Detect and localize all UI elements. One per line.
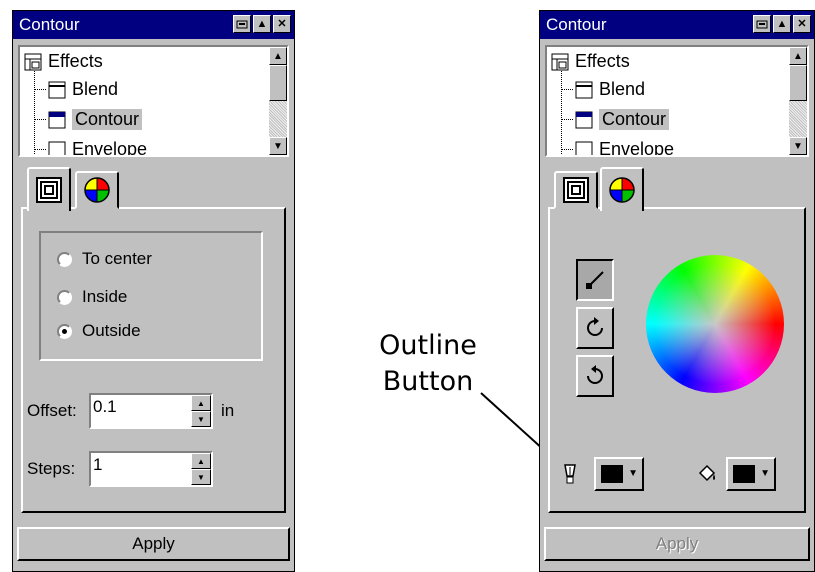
tab-panel-colors: ▼ ▼ bbox=[548, 207, 806, 513]
steps-spinner[interactable]: ▲ ▼ bbox=[89, 451, 213, 487]
scroll-thumb[interactable] bbox=[269, 65, 287, 101]
concentric-squares-icon bbox=[36, 177, 62, 203]
fill-color-dropdown[interactable]: ▼ bbox=[726, 457, 776, 491]
radio-outside[interactable]: Outside bbox=[57, 321, 141, 341]
outline-pen-icon bbox=[564, 464, 576, 484]
apply-button[interactable]: Apply bbox=[544, 527, 810, 561]
radio-to-center[interactable]: To center bbox=[57, 249, 152, 269]
radio-circle[interactable] bbox=[57, 289, 72, 305]
color-wheel-icon bbox=[609, 177, 635, 203]
color-wheel[interactable] bbox=[646, 255, 784, 393]
fill-bucket-icon bbox=[698, 464, 716, 482]
spin-down-icon[interactable]: ▼ bbox=[191, 469, 211, 485]
tree-scrollbar[interactable]: ▲ ▼ bbox=[789, 47, 807, 155]
steps-input[interactable] bbox=[93, 455, 183, 475]
tree-scrollbar[interactable]: ▲ ▼ bbox=[269, 47, 287, 155]
counterclockwise-button[interactable] bbox=[576, 355, 614, 397]
tab-panel-contour: To center Inside Outside Offset: ▲ ▼ in … bbox=[21, 207, 286, 513]
outline-button[interactable] bbox=[576, 259, 614, 301]
title-bar[interactable]: Contour ▲ ✕ bbox=[540, 11, 814, 39]
effects-folder-icon bbox=[551, 53, 569, 70]
direction-group: To center Inside Outside bbox=[39, 231, 263, 361]
close-icon[interactable]: ✕ bbox=[793, 15, 811, 33]
clockwise-icon bbox=[587, 317, 603, 336]
tree-item-effects[interactable]: Effects bbox=[24, 51, 103, 72]
effects-folder-icon bbox=[24, 53, 42, 70]
chevron-down-icon: ▼ bbox=[628, 468, 638, 479]
radio-inside[interactable]: Inside bbox=[57, 287, 127, 307]
close-icon[interactable]: ✕ bbox=[273, 15, 291, 33]
tree-item-blend[interactable]: Blend bbox=[48, 79, 118, 100]
counterclockwise-icon bbox=[587, 365, 603, 384]
collapse-arrow-icon[interactable]: ▲ bbox=[253, 15, 271, 33]
window-title: Contour bbox=[546, 15, 607, 34]
tab-contour-steps[interactable] bbox=[27, 167, 71, 211]
tab-contour-colors[interactable] bbox=[75, 171, 119, 209]
tree-item-blend[interactable]: Blend bbox=[575, 79, 645, 100]
fill-color-swatch bbox=[733, 465, 755, 483]
spin-up-icon[interactable]: ▲ bbox=[191, 453, 211, 469]
steps-label: Steps: bbox=[27, 459, 76, 478]
docker-rollup-icon[interactable] bbox=[753, 15, 771, 33]
envelope-window-icon bbox=[48, 141, 66, 155]
scroll-up-icon[interactable]: ▲ bbox=[269, 47, 287, 65]
blend-window-icon bbox=[48, 81, 66, 98]
tree-item-contour[interactable]: Contour bbox=[575, 109, 670, 130]
contour-window-icon bbox=[575, 111, 593, 128]
effects-tree[interactable]: Effects Blend Contour Envelope ▲ ▼ bbox=[18, 45, 289, 157]
chevron-down-icon: ▼ bbox=[760, 468, 770, 479]
contour-window-icon bbox=[48, 111, 66, 128]
offset-label: Offset: bbox=[27, 401, 77, 420]
tree-item-envelope[interactable]: Envelope bbox=[48, 139, 147, 155]
scroll-down-icon[interactable]: ▼ bbox=[269, 137, 287, 155]
callout-label: Outline Button bbox=[379, 330, 477, 397]
spin-down-icon[interactable]: ▼ bbox=[191, 411, 211, 427]
window-title: Contour bbox=[19, 15, 80, 34]
offset-spinner[interactable]: ▲ ▼ bbox=[89, 393, 213, 429]
scroll-up-icon[interactable]: ▲ bbox=[789, 47, 807, 65]
radio-circle-checked[interactable] bbox=[57, 323, 72, 339]
radio-circle[interactable] bbox=[57, 251, 72, 267]
contour-docker-right: Contour ▲ ✕ Effects Blend Contour Envelo… bbox=[539, 10, 815, 572]
tree-item-contour[interactable]: Contour bbox=[48, 109, 143, 130]
clockwise-button[interactable] bbox=[576, 307, 614, 349]
title-bar[interactable]: Contour ▲ ✕ bbox=[13, 11, 294, 39]
color-wheel-icon bbox=[84, 177, 110, 203]
scroll-down-icon[interactable]: ▼ bbox=[789, 137, 807, 155]
outline-line-icon bbox=[586, 271, 604, 289]
concentric-squares-icon bbox=[563, 177, 589, 203]
docker-rollup-icon[interactable] bbox=[233, 15, 251, 33]
spin-up-icon[interactable]: ▲ bbox=[191, 395, 211, 411]
collapse-arrow-icon[interactable]: ▲ bbox=[773, 15, 791, 33]
tab-contour-colors[interactable] bbox=[600, 167, 644, 211]
offset-unit: in bbox=[221, 401, 235, 420]
envelope-window-icon bbox=[575, 141, 593, 155]
outline-color-dropdown[interactable]: ▼ bbox=[594, 457, 644, 491]
effects-tree[interactable]: Effects Blend Contour Envelope ▲ ▼ bbox=[545, 45, 809, 157]
tree-item-envelope[interactable]: Envelope bbox=[575, 139, 674, 155]
outline-color-swatch bbox=[601, 465, 623, 483]
tab-contour-steps[interactable] bbox=[554, 171, 598, 209]
offset-input[interactable] bbox=[93, 397, 183, 417]
apply-button[interactable]: Apply bbox=[17, 527, 290, 561]
tree-item-effects[interactable]: Effects bbox=[551, 51, 630, 72]
blend-window-icon bbox=[575, 81, 593, 98]
contour-docker-left: Contour ▲ ✕ Effects Blend Contour Envelo… bbox=[12, 10, 295, 572]
scroll-thumb[interactable] bbox=[789, 65, 807, 101]
